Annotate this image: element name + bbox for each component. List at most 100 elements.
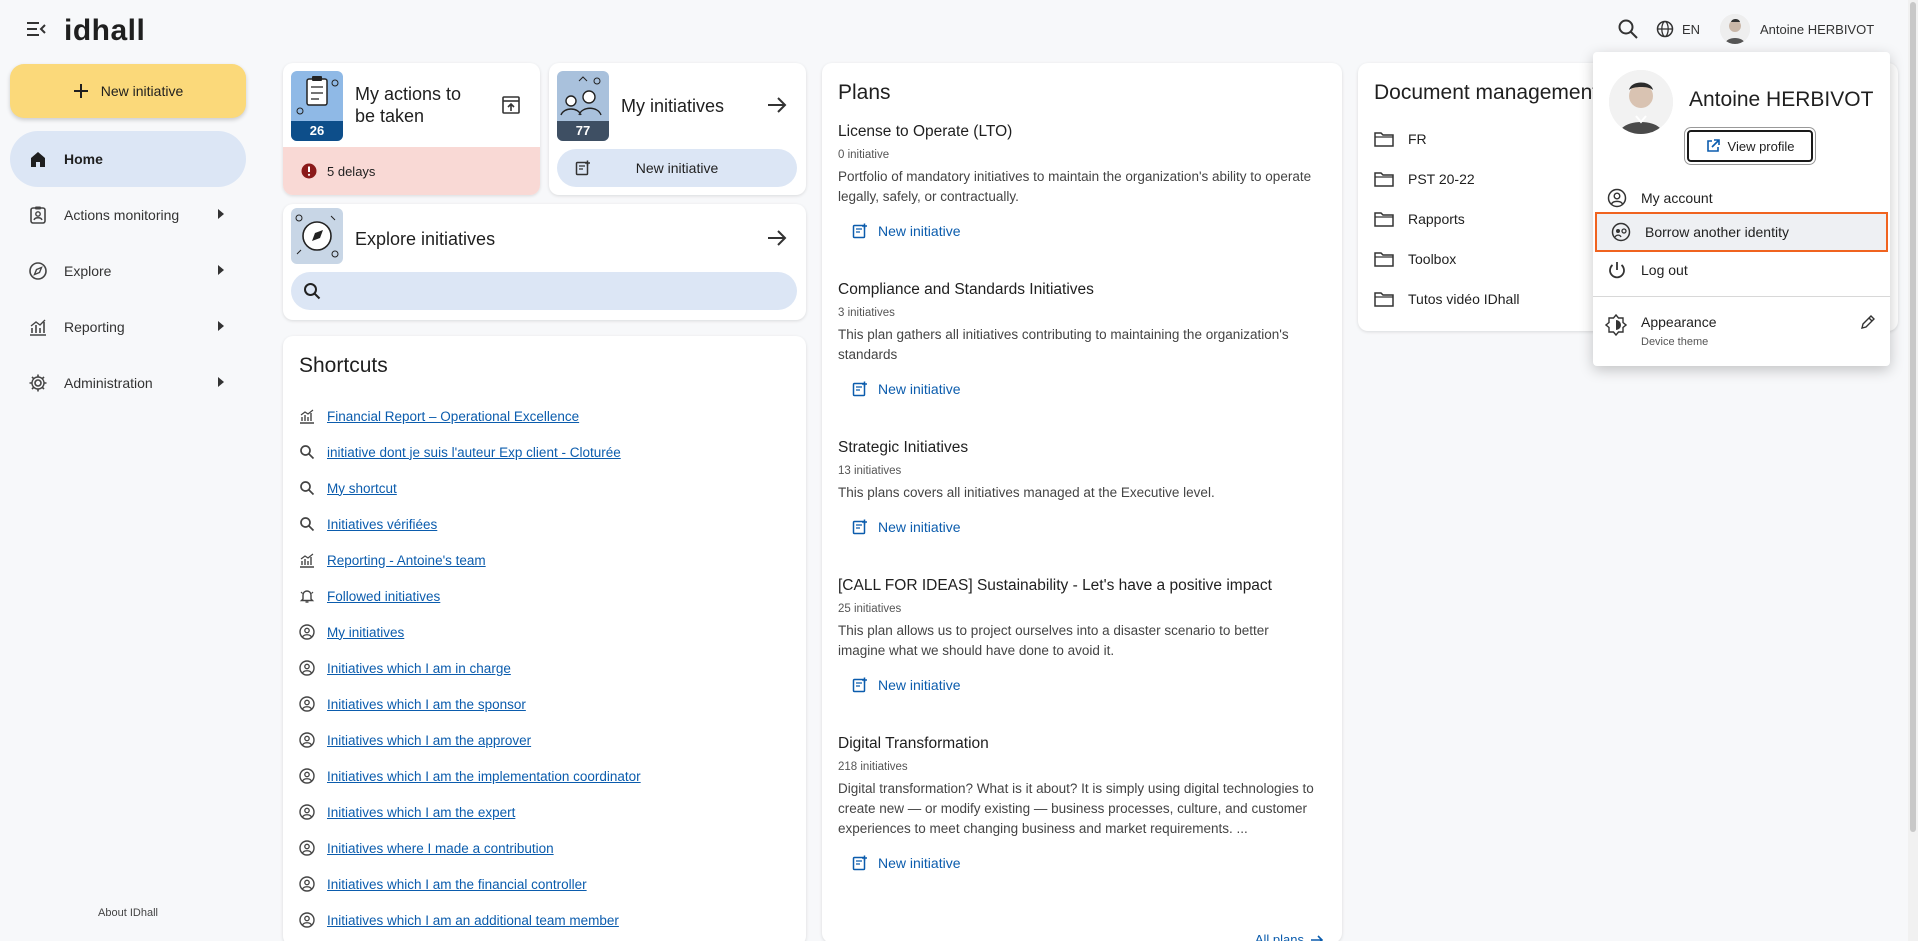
shortcut-item: initiative dont je suis l'auteur Exp cli… [299, 434, 641, 470]
document-folder[interactable]: Tutos vidéo IDhall [1374, 279, 1520, 319]
sidebar-item-home[interactable]: Home [10, 131, 246, 187]
shortcut-item: Reporting - Antoine's team [299, 542, 641, 578]
delays-label: 5 delays [327, 163, 376, 179]
new-initiative-card-label: New initiative [635, 160, 719, 176]
app-logo[interactable]: idhall [64, 14, 145, 48]
shortcut-link[interactable]: initiative dont je suis l'auteur Exp cli… [327, 445, 621, 460]
shortcut-item: Financial Report – Operational Excellenc… [299, 398, 641, 434]
new-initiative-card-button[interactable]: New initiative [557, 149, 797, 187]
language-label: EN [1682, 21, 1701, 37]
shortcut-item: Initiatives vérifiées [299, 506, 641, 542]
document-folder[interactable]: Rapports [1374, 199, 1520, 239]
arrow-right-icon[interactable] [767, 96, 787, 114]
all-plans-label: All plans [1254, 932, 1304, 941]
plan-new-initiative-button[interactable]: New initiative [852, 677, 960, 693]
document-folder-label: FR [1408, 131, 1427, 147]
my-initiatives-card[interactable]: 77 My initiatives New initiative [549, 63, 806, 195]
explore-search-input[interactable] [333, 272, 783, 310]
swap-identity-icon [1611, 222, 1631, 242]
scrollbar-thumb[interactable] [1910, 2, 1916, 832]
shortcut-link[interactable]: My shortcut [327, 481, 397, 496]
user-menu-trigger[interactable]: Antoine HERBIVOT [1720, 14, 1874, 44]
user-name: Antoine HERBIVOT [1760, 21, 1875, 37]
shortcut-link[interactable]: Reporting - Antoine's team [327, 553, 486, 568]
search-icon[interactable] [1617, 18, 1639, 40]
language-selector[interactable]: EN [1656, 20, 1700, 38]
logout-item[interactable]: Log out [1593, 252, 1890, 288]
document-folder[interactable]: Toolbox [1374, 239, 1520, 279]
borrow-identity-item[interactable]: Borrow another identity [1595, 212, 1888, 252]
my-account-item[interactable]: My account [1593, 180, 1890, 216]
shortcut-item: Initiatives which I am in charge [299, 650, 641, 686]
shortcut-link[interactable]: Followed initiatives [327, 589, 440, 604]
sidebar-item-label: Actions monitoring [64, 207, 180, 223]
folder-icon [1374, 291, 1394, 307]
shortcut-link[interactable]: Initiatives which I am the implementatio… [327, 769, 641, 784]
user-circle-icon [299, 732, 315, 748]
plan-new-initiative-button[interactable]: New initiative [852, 223, 960, 239]
shortcut-item: Initiatives which I am the approver [299, 722, 641, 758]
shortcut-link[interactable]: Initiatives which I am the sponsor [327, 697, 526, 712]
plans-card: Plans License to Operate (LTO) 0 initiati… [822, 63, 1342, 941]
shortcut-link[interactable]: Initiatives which I am in charge [327, 661, 511, 676]
initiatives-thumbnail: 77 [557, 71, 609, 141]
shortcut-item: Followed initiatives [299, 578, 641, 614]
caret-right-icon [218, 209, 224, 219]
plan-description: This plan allows us to project ourselves… [838, 623, 1269, 658]
arrow-right-icon[interactable] [767, 229, 787, 247]
plan-title[interactable]: Strategic Initiatives [838, 439, 1318, 457]
plan-new-initiative-button[interactable]: New initiative [852, 381, 960, 397]
all-plans-link[interactable]: All plans [1255, 932, 1324, 941]
shortcut-link[interactable]: Initiatives which I am an additional tea… [327, 913, 619, 928]
menu-collapse-icon[interactable] [26, 20, 50, 40]
new-initiative-button[interactable]: New initiative [10, 64, 246, 118]
plan-new-initiative-button[interactable]: New initiative [852, 519, 960, 535]
plan-count: 25 initiatives [838, 603, 902, 615]
shortcut-link[interactable]: Financial Report – Operational Excellenc… [327, 409, 579, 424]
shortcut-link[interactable]: Initiatives which I am the expert [327, 805, 515, 820]
appearance-item[interactable]: Appearance Device theme [1593, 306, 1890, 356]
sidebar-item-administration[interactable]: Administration [10, 355, 246, 411]
shortcut-link[interactable]: My initiatives [327, 625, 404, 640]
plan-title[interactable]: Digital Transformation [838, 735, 1318, 753]
plan-new-initiative-button[interactable]: New initiative [852, 855, 960, 871]
documents-list: FR PST 20-22 Rapports Toolbox Tutos vidéo ID… [1374, 119, 1520, 319]
plan-title[interactable]: License to Operate (LTO) [838, 123, 1318, 141]
explore-thumbnail [291, 208, 343, 264]
shortcut-link[interactable]: Initiatives which I am the financial con… [327, 877, 587, 892]
plan-item: [CALL FOR IDEAS] Sustainability - Let's … [838, 577, 1318, 698]
shortcut-link[interactable]: Initiatives vérifiées [327, 517, 437, 532]
sidebar-item-actions-monitoring[interactable]: Actions monitoring [10, 187, 246, 243]
document-folder[interactable]: PST 20-22 [1374, 159, 1520, 199]
delays-banner[interactable]: 5 delays [283, 147, 540, 195]
page-scrollbar[interactable] [1908, 0, 1918, 941]
shortcut-link[interactable]: Initiatives which I am the approver [327, 733, 531, 748]
plan-item: Digital Transformation 218 initiatives Dig… [838, 735, 1318, 876]
document-folder[interactable]: FR [1374, 119, 1520, 159]
explore-card: Explore initiatives [283, 204, 806, 320]
actions-thumbnail: 26 [291, 71, 343, 141]
pencil-icon[interactable] [1860, 314, 1876, 330]
plan-description: This plans covers all initiatives manage… [838, 485, 1215, 500]
plan-title[interactable]: Compliance and Standards Initiatives [838, 281, 1318, 299]
bell-icon [299, 588, 315, 604]
home-icon [28, 149, 48, 169]
about-link[interactable]: About IDhall [10, 907, 246, 919]
plan-title[interactable]: [CALL FOR IDEAS] Sustainability - Let's … [838, 577, 1318, 595]
explore-search-field[interactable] [291, 272, 797, 310]
sidebar-item-explore[interactable]: Explore [10, 243, 246, 299]
folder-icon [1374, 251, 1394, 267]
clipboard-user-icon [28, 205, 48, 225]
folder-icon [1374, 171, 1394, 187]
sidebar-item-reporting[interactable]: Reporting [10, 299, 246, 355]
shortcut-link[interactable]: Initiatives where I made a contribution [327, 841, 554, 856]
my-actions-card[interactable]: 26 My actions to be taken 5 delays [283, 63, 540, 195]
view-profile-button[interactable]: View profile [1687, 130, 1813, 162]
view-profile-label: View profile [1727, 138, 1795, 154]
open-in-icon[interactable] [501, 95, 521, 115]
initiatives-count: 77 [557, 121, 609, 141]
plus-icon [73, 83, 89, 99]
sidebar-item-label: Reporting [64, 319, 125, 335]
shortcut-item: Initiatives which I am the implementatio… [299, 758, 641, 794]
shortcut-item: Initiatives which I am the expert [299, 794, 641, 830]
